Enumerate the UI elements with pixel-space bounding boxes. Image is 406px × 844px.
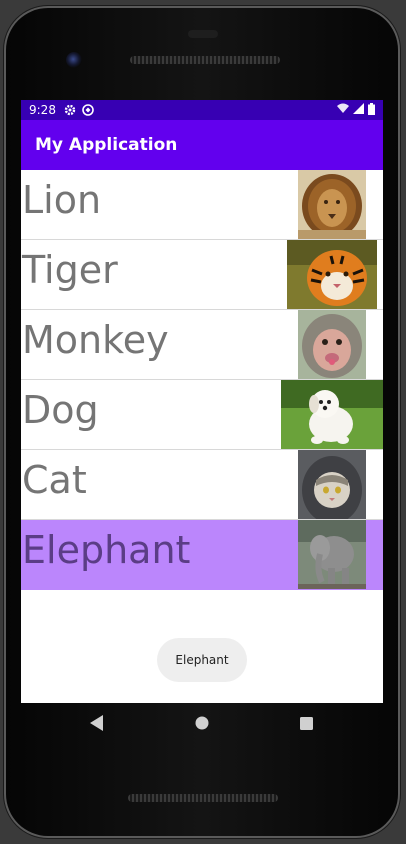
device-screen: 9:28 My Application Lion Tiger Monkey Do… xyxy=(21,100,383,703)
monkey-image xyxy=(298,310,366,379)
list-item-label: Tiger xyxy=(22,248,118,292)
list-item-label: Monkey xyxy=(22,318,169,362)
elephant-image xyxy=(298,520,366,589)
wifi-icon xyxy=(337,103,349,117)
list-item-label: Lion xyxy=(22,178,102,222)
list-item-monkey[interactable]: Monkey xyxy=(21,310,383,380)
animal-list[interactable]: Lion Tiger Monkey Dog Cat Elephant xyxy=(21,170,383,590)
home-icon[interactable] xyxy=(195,715,209,734)
battery-icon xyxy=(368,102,375,118)
recents-icon[interactable] xyxy=(300,715,313,734)
front-camera xyxy=(66,52,82,68)
proximity-sensor xyxy=(188,30,218,38)
list-item-tiger[interactable]: Tiger xyxy=(21,240,383,310)
settings-gear-icon xyxy=(64,104,76,116)
list-item-label: Elephant xyxy=(22,528,191,572)
app-bar: My Application xyxy=(21,120,383,170)
bottom-speaker xyxy=(128,794,278,802)
status-bar: 9:28 xyxy=(21,100,383,120)
list-item-label: Cat xyxy=(22,458,87,502)
status-time: 9:28 xyxy=(29,103,56,117)
signal-icon xyxy=(353,103,364,117)
navigation-bar xyxy=(21,703,383,745)
back-icon[interactable] xyxy=(90,715,104,735)
list-item-label: Dog xyxy=(22,388,99,432)
list-item-cat[interactable]: Cat xyxy=(21,450,383,520)
earpiece-speaker xyxy=(130,56,280,64)
toast-text: Elephant xyxy=(175,653,229,667)
list-item-lion[interactable]: Lion xyxy=(21,170,383,240)
sync-icon xyxy=(82,104,94,116)
toast-message: Elephant xyxy=(157,638,247,682)
cat-image xyxy=(298,450,366,519)
lion-image xyxy=(298,170,366,239)
list-item-dog[interactable]: Dog xyxy=(21,380,383,450)
dog-image xyxy=(281,380,383,449)
app-title: My Application xyxy=(35,135,178,155)
list-item-elephant[interactable]: Elephant xyxy=(21,520,383,590)
tiger-image xyxy=(287,240,377,309)
